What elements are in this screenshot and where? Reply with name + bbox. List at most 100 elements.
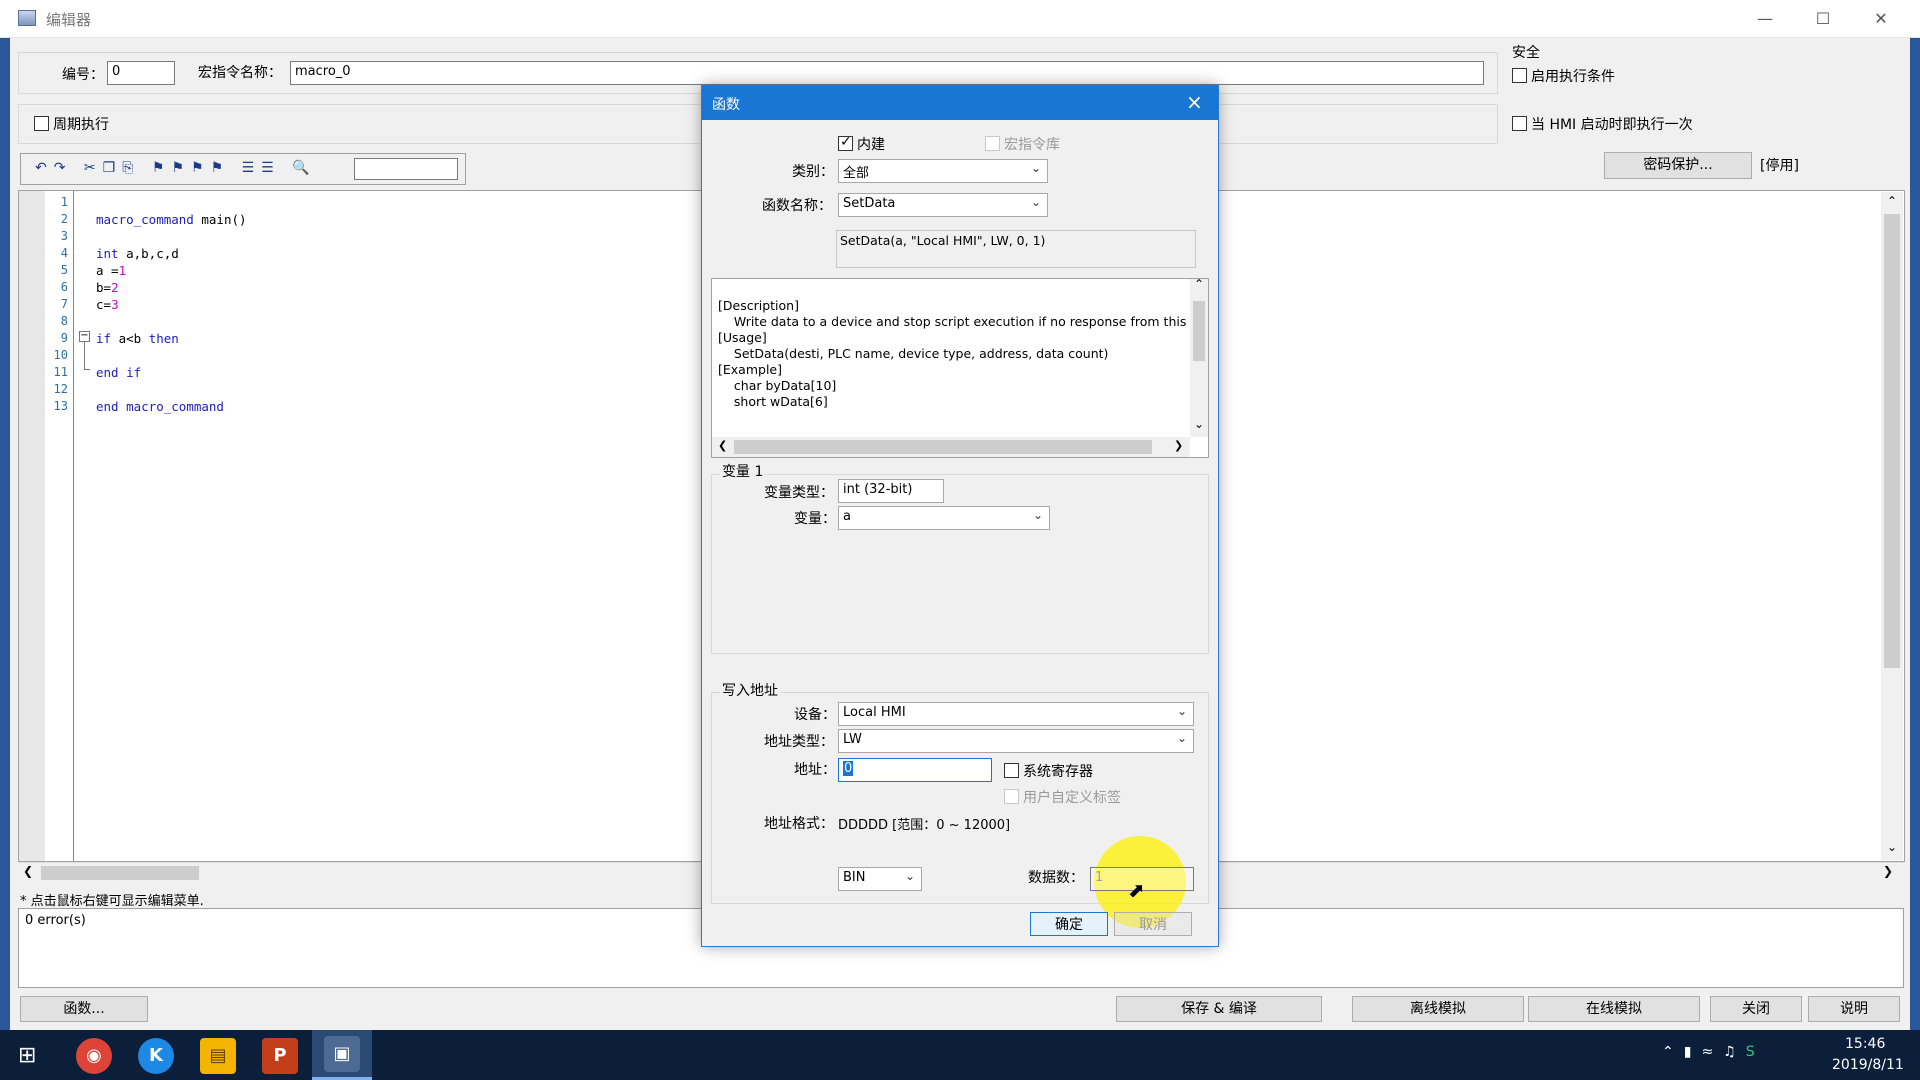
- scroll-right-icon[interactable]: ❯: [1174, 439, 1183, 452]
- description-line: [Description]: [718, 298, 799, 313]
- scroll-thumb[interactable]: [1193, 301, 1205, 361]
- find-input[interactable]: [354, 158, 458, 180]
- code-line: macro_command main(): [96, 212, 247, 227]
- chrome-icon[interactable]: ◉: [76, 1038, 112, 1074]
- builtin-checkbox[interactable]: [838, 134, 853, 151]
- redo-icon[interactable]: ↷: [54, 160, 73, 176]
- wifi-icon[interactable]: ≈: [1701, 1044, 1723, 1060]
- fold-line: [84, 342, 90, 370]
- macro-name-field[interactable]: macro_0: [290, 61, 1484, 85]
- line-number: 8: [60, 314, 68, 328]
- maximize-icon[interactable]: ☐: [1794, 0, 1852, 38]
- copy-icon[interactable]: ❐: [103, 160, 123, 176]
- scroll-left-icon[interactable]: ❮: [23, 864, 33, 878]
- description-line: char byData[10]: [718, 378, 837, 393]
- line-number: 1: [60, 195, 68, 209]
- minimize-icon[interactable]: —: [1736, 0, 1794, 38]
- cut-icon[interactable]: ✂: [84, 160, 103, 176]
- macro-name-label: 宏指令名称：: [198, 65, 282, 81]
- line-number: 4: [60, 246, 68, 260]
- variable-dropdown[interactable]: a ⌄: [838, 506, 1050, 530]
- enable-condition-checkbox[interactable]: [1512, 68, 1527, 83]
- outdent-icon[interactable]: ☰: [261, 160, 281, 176]
- app-icon: [18, 10, 36, 26]
- scroll-right-icon[interactable]: ❯: [1883, 864, 1893, 878]
- write-address-label: 写入地址: [720, 680, 780, 700]
- address-type-dropdown[interactable]: LW ⌄: [838, 729, 1194, 753]
- bookmark-prev-icon[interactable]: ⚑: [191, 160, 211, 176]
- k-app-icon[interactable]: K: [138, 1038, 174, 1074]
- battery-icon[interactable]: ▮: [1684, 1044, 1702, 1060]
- scroll-down-icon[interactable]: ⌄: [1887, 840, 1897, 854]
- offline-sim-button[interactable]: 离线模拟: [1352, 996, 1524, 1022]
- scroll-left-icon[interactable]: ❮: [718, 439, 727, 452]
- vertical-scroll-thumb[interactable]: [1884, 214, 1900, 668]
- fold-toggle-icon[interactable]: −: [79, 331, 90, 342]
- scroll-down-icon[interactable]: ⌄: [1194, 417, 1204, 431]
- bookmark-toggle-icon[interactable]: ⚑: [152, 160, 172, 176]
- chevron-down-icon: ⌄: [1176, 731, 1187, 745]
- paste-icon[interactable]: ⎘: [122, 160, 140, 176]
- active-app-tab[interactable]: ▣: [312, 1030, 372, 1080]
- mouse-pointer-icon: ⬈: [1128, 878, 1145, 902]
- address-input[interactable]: 0: [838, 758, 992, 782]
- functions-button[interactable]: 函数...: [20, 996, 148, 1022]
- powerpoint-icon[interactable]: P: [262, 1038, 298, 1074]
- system-register-checkbox[interactable]: [1004, 763, 1019, 778]
- category-label: 类别：: [792, 164, 834, 180]
- run-once-checkbox[interactable]: [1512, 116, 1527, 131]
- close-button[interactable]: 关闭: [1710, 996, 1802, 1022]
- variable-label: 变量：: [794, 511, 836, 527]
- save-compile-button[interactable]: 保存 & 编译: [1116, 996, 1322, 1022]
- ok-button[interactable]: 确定: [1030, 912, 1108, 936]
- window-title: 编辑器: [46, 11, 92, 29]
- scroll-thumb[interactable]: [41, 866, 199, 880]
- tray-chevron-icon[interactable]: ⌃: [1662, 1044, 1684, 1060]
- cancel-button[interactable]: 取消: [1114, 912, 1192, 936]
- category-dropdown[interactable]: 全部 ⌄: [838, 159, 1048, 183]
- indent-icon[interactable]: ☰: [242, 160, 262, 176]
- scroll-up-icon[interactable]: ⌃: [1887, 194, 1897, 208]
- find-icon[interactable]: 🔍: [292, 160, 316, 176]
- variable-type-field: int (32-bit): [838, 479, 944, 503]
- description-horizontal-scrollbar[interactable]: ❮ ❯: [712, 437, 1190, 457]
- close-icon[interactable]: ✕: [1852, 0, 1910, 38]
- volume-icon[interactable]: ♫: [1723, 1044, 1746, 1060]
- format-dropdown[interactable]: BIN ⌄: [838, 867, 922, 891]
- clock-time[interactable]: 15:46: [1845, 1036, 1885, 1052]
- device-value: Local HMI: [843, 705, 906, 720]
- bookmark-clear-icon[interactable]: ⚑: [211, 160, 231, 176]
- online-sim-button[interactable]: 在线模拟: [1528, 996, 1700, 1022]
- easybuilder-icon[interactable]: ▣: [324, 1036, 360, 1072]
- dialog-title: 函数: [712, 97, 740, 113]
- periodic-checkbox[interactable]: [34, 116, 49, 131]
- number-label: 编号：: [62, 67, 104, 83]
- scroll-up-icon[interactable]: ⌃: [1194, 279, 1204, 291]
- description-vertical-scrollbar[interactable]: ⌃ ⌄: [1190, 279, 1208, 437]
- scroll-thumb[interactable]: [734, 440, 1152, 454]
- help-button[interactable]: 说明: [1808, 996, 1900, 1022]
- desktop-edge-right: [1910, 38, 1920, 1038]
- category-value: 全部: [843, 166, 870, 181]
- input-method-icon[interactable]: S: [1746, 1044, 1765, 1060]
- function-name-dropdown[interactable]: SetData ⌄: [838, 193, 1048, 217]
- code-line: end macro_command: [96, 399, 224, 414]
- chevron-down-icon: ⌄: [1176, 704, 1187, 718]
- address-format-label: 地址格式：: [764, 816, 834, 832]
- code-keyword: macro_command: [96, 212, 194, 227]
- code-line: if a<b then: [96, 331, 179, 346]
- file-explorer-icon[interactable]: ▤: [200, 1038, 236, 1074]
- editor-toolbar: ↶↷ ✂❐⎘ ⚑⚑⚑⚑ ☰☰ 🔍: [20, 153, 466, 185]
- password-protect-button[interactable]: 密码保护...: [1604, 152, 1752, 179]
- undo-icon[interactable]: ↶: [35, 160, 54, 176]
- editor-vertical-scrollbar[interactable]: ⌃ ⌄: [1881, 192, 1903, 860]
- user-tag-label: 用户自定义标签: [1023, 790, 1121, 806]
- number-field[interactable]: 0: [107, 61, 175, 85]
- description-line: Write data to a device and stop script e…: [718, 314, 1209, 329]
- clock-date[interactable]: 2019/8/11: [1832, 1057, 1904, 1073]
- device-dropdown[interactable]: Local HMI ⌄: [838, 702, 1194, 726]
- dialog-close-icon[interactable]: ×: [1186, 90, 1203, 114]
- line-number: 13: [53, 399, 68, 413]
- bookmark-next-icon[interactable]: ⚑: [171, 160, 191, 176]
- windows-start-icon[interactable]: ⊞: [18, 1043, 36, 1068]
